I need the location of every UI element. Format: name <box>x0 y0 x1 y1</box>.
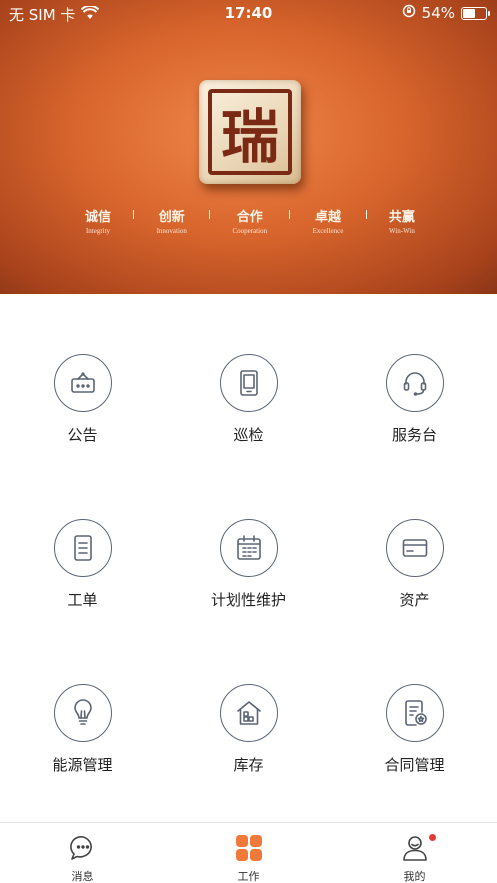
menu-item-announcement[interactable]: 公告 <box>0 354 165 474</box>
menu-item-label: 能源管理 <box>52 756 113 774</box>
status-bar: 无 SIM 卡 17:40 54% <box>0 0 497 26</box>
header-banner: 无 SIM 卡 17:40 54% 瑞 诚信 Integrity 创新 Inno… <box>0 0 497 294</box>
menu-item-assets[interactable]: 资产 <box>332 519 497 639</box>
calendar-icon <box>219 519 278 577</box>
tab-work[interactable]: 工作 <box>166 823 331 883</box>
lightbulb-icon <box>53 684 112 742</box>
grid-icon <box>234 833 264 863</box>
user-icon <box>400 833 436 863</box>
menu-item-label: 合同管理 <box>384 756 445 774</box>
menu-item-energy[interactable]: 能源管理 <box>0 684 165 804</box>
notification-badge <box>428 834 436 841</box>
battery-icon <box>461 6 490 20</box>
document-icon <box>53 519 112 577</box>
logo-character: 瑞 <box>208 89 292 175</box>
menu-item-inventory[interactable]: 库存 <box>166 684 331 804</box>
menu-item-label: 资产 <box>399 591 430 609</box>
tab-bar: 消息 工作 我的 <box>0 822 497 883</box>
menu-item-work-order[interactable]: 工单 <box>0 519 165 639</box>
divider <box>365 210 367 219</box>
value-item: 共赢 Win-Win <box>388 210 415 235</box>
tab-label: 工作 <box>237 870 260 883</box>
announcement-icon <box>53 354 112 412</box>
menu-item-label: 库存 <box>233 756 264 774</box>
headset-icon <box>385 354 444 412</box>
menu-item-label: 服务台 <box>391 426 437 444</box>
tab-profile[interactable]: 我的 <box>332 823 497 883</box>
tab-messages[interactable]: 消息 <box>0 823 165 883</box>
function-grid: 公告 巡检 服务台 工单 计划性维护 资产 能源管理 库存 合同管理 <box>0 294 497 822</box>
warehouse-icon <box>219 684 278 742</box>
menu-item-planned-maintenance[interactable]: 计划性维护 <box>166 519 331 639</box>
rotation-lock-icon <box>402 4 416 22</box>
tab-label: 消息 <box>71 870 94 883</box>
menu-item-inspection[interactable]: 巡检 <box>166 354 331 474</box>
chat-icon <box>68 833 98 863</box>
value-item: 诚信 Integrity <box>85 210 112 235</box>
divider <box>209 210 211 219</box>
menu-item-service-desk[interactable]: 服务台 <box>332 354 497 474</box>
company-logo: 瑞 <box>199 80 301 184</box>
menu-item-label: 工单 <box>67 591 98 609</box>
menu-item-label: 计划性维护 <box>210 591 286 609</box>
menu-item-contracts[interactable]: 合同管理 <box>332 684 497 804</box>
tablet-icon <box>219 354 278 412</box>
divider <box>289 210 291 219</box>
battery-percent: 54% <box>421 4 455 22</box>
card-icon <box>385 519 444 577</box>
value-item: 合作 Cooperation <box>232 210 268 235</box>
value-item: 创新 Innovation <box>156 210 187 235</box>
menu-item-label: 巡检 <box>233 426 264 444</box>
tab-label: 我的 <box>403 870 426 883</box>
value-item: 卓越 Excellence <box>312 210 344 235</box>
contract-icon <box>385 684 444 742</box>
menu-item-label: 公告 <box>67 426 98 444</box>
divider <box>133 210 135 219</box>
company-values: 诚信 Integrity 创新 Innovation 合作 Cooperatio… <box>85 206 415 235</box>
